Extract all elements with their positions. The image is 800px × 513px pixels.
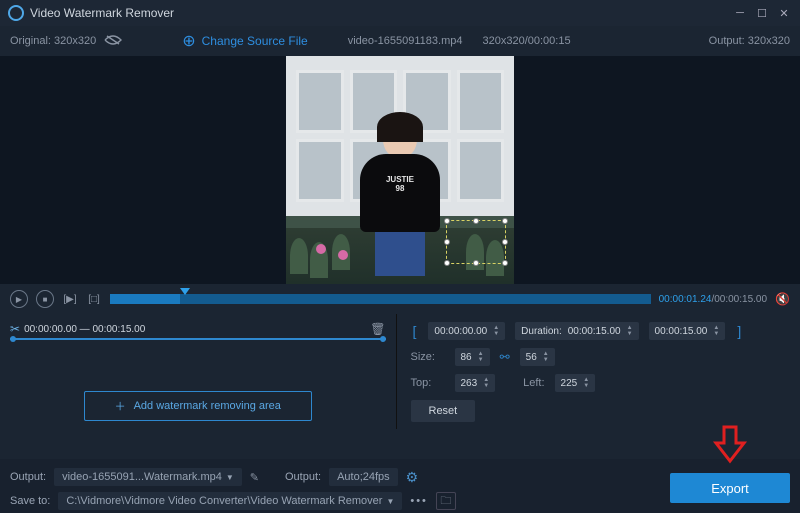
title-bar: Video Watermark Remover ─ ☐ ✕ xyxy=(0,0,800,26)
stop-button[interactable]: ■ xyxy=(36,290,54,308)
edit-output-icon[interactable]: ✎ xyxy=(250,471,259,484)
timeline-slider[interactable] xyxy=(110,294,651,304)
plus-icon: ＋ xyxy=(115,398,126,414)
open-folder-button[interactable]: 🗀 xyxy=(436,492,456,510)
reset-button[interactable]: Reset xyxy=(411,400,476,422)
app-logo-icon xyxy=(8,5,24,21)
maximize-button[interactable]: ☐ xyxy=(754,5,770,21)
output-format-label: Output: xyxy=(285,471,321,483)
output-dimensions: Output: 320x320 xyxy=(709,35,790,47)
end-time-field[interactable]: 00:00:15.00▲▼ xyxy=(649,322,726,340)
shirt-text: JUSTIE98 xyxy=(360,154,440,194)
top-label: Top: xyxy=(411,377,445,389)
start-time-field[interactable]: 00:00:00.00▲▼ xyxy=(428,322,505,340)
height-field[interactable]: 56▲▼ xyxy=(520,348,555,366)
playhead-marker[interactable] xyxy=(180,288,190,295)
size-label: Size: xyxy=(411,351,445,363)
output-format-dropdown[interactable]: Auto;24fps xyxy=(329,468,398,486)
close-button[interactable]: ✕ xyxy=(776,5,792,21)
visibility-toggle-icon[interactable] xyxy=(104,33,122,49)
source-filename: video-1655091183.mp4 xyxy=(348,35,463,47)
link-dimensions-icon[interactable]: ⚯ xyxy=(500,350,510,364)
saveto-path-dropdown[interactable]: C:\Vidmore\Vidmore Video Converter\Video… xyxy=(58,492,402,510)
frame-forward-button[interactable]: [□] xyxy=(86,292,102,306)
frame-back-button[interactable]: [▶] xyxy=(62,292,78,306)
segment-line[interactable] xyxy=(10,338,386,340)
minimize-button[interactable]: ─ xyxy=(732,5,748,21)
properties-panel: [ 00:00:00.00▲▼ Duration:00:00:15.00▲▼ 0… xyxy=(397,314,800,429)
left-field[interactable]: 225▲▼ xyxy=(555,374,596,392)
delete-segment-icon[interactable]: 🗑 xyxy=(370,322,385,336)
bracket-start-button[interactable]: [ xyxy=(411,323,419,339)
more-options-button[interactable]: ••• xyxy=(410,495,428,507)
duration-field[interactable]: Duration:00:00:15.00▲▼ xyxy=(515,322,638,340)
top-field[interactable]: 263▲▼ xyxy=(455,374,496,392)
bottom-bar: Output: video-1655091...Watermark.mp4▼ ✎… xyxy=(0,459,800,513)
width-field[interactable]: 86▲▼ xyxy=(455,348,490,366)
change-source-button[interactable]: Change Source File xyxy=(202,34,308,48)
volume-icon[interactable]: 🔇 xyxy=(775,292,790,306)
settings-icon[interactable]: ⚙ xyxy=(406,469,419,486)
watermark-selection-box[interactable] xyxy=(446,220,506,264)
cut-segment-icon[interactable]: ✂ xyxy=(10,322,20,336)
saveto-label: Save to: xyxy=(10,495,50,507)
add-watermark-area-button[interactable]: ＋ Add watermark removing area xyxy=(84,391,312,421)
original-dimensions: Original: 320x320 xyxy=(10,35,96,47)
segment-range: 00:00:00.00 — 00:00:15.00 xyxy=(24,324,370,335)
timecode-display: 00:00:01.24/00:00:15.00 xyxy=(659,294,767,305)
play-button[interactable]: ▶ xyxy=(10,290,28,308)
output-file-label: Output: xyxy=(10,471,46,483)
export-button[interactable]: Export xyxy=(670,473,790,503)
source-dimensions-duration: 320x320/00:00:15 xyxy=(482,35,570,47)
left-label: Left: xyxy=(523,377,544,389)
playback-bar: ▶ ■ [▶] [□] 00:00:01.24/00:00:15.00 🔇 xyxy=(0,284,800,314)
video-preview: JUSTIE98 xyxy=(0,56,800,284)
output-file-dropdown[interactable]: video-1655091...Watermark.mp4▼ xyxy=(54,468,242,486)
app-title: Video Watermark Remover xyxy=(30,6,726,20)
source-bar: Original: 320x320 ⊕ Change Source File v… xyxy=(0,26,800,56)
segments-panel: ✂ 00:00:00.00 — 00:00:15.00 🗑 ＋ Add wate… xyxy=(0,314,397,429)
add-source-icon[interactable]: ⊕ xyxy=(182,31,195,51)
bracket-end-button[interactable]: ] xyxy=(735,323,743,339)
preview-frame[interactable]: JUSTIE98 xyxy=(286,56,514,284)
